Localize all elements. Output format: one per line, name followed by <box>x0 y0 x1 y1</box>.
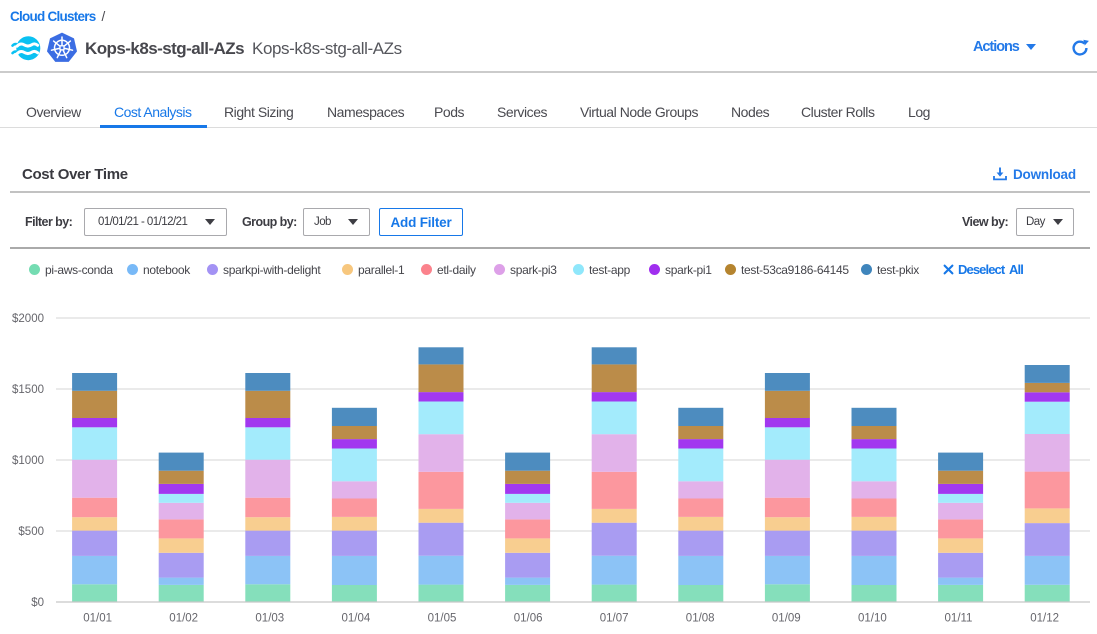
svg-text:01/09: 01/09 <box>772 613 801 625</box>
svg-text:$1000: $1000 <box>12 455 44 467</box>
svg-text:01/01: 01/01 <box>83 613 112 625</box>
svg-text:$2000: $2000 <box>12 313 44 325</box>
svg-text:01/03: 01/03 <box>255 613 284 625</box>
svg-text:$1500: $1500 <box>12 384 44 396</box>
svg-text:$500: $500 <box>18 526 44 538</box>
svg-text:01/11: 01/11 <box>945 613 973 625</box>
svg-text:01/05: 01/05 <box>428 613 457 625</box>
svg-text:01/02: 01/02 <box>169 613 198 625</box>
svg-text:01/08: 01/08 <box>686 613 715 625</box>
svg-text:01/04: 01/04 <box>342 613 371 625</box>
svg-text:$0: $0 <box>31 597 44 609</box>
svg-text:01/12: 01/12 <box>1030 613 1059 625</box>
svg-text:01/10: 01/10 <box>858 613 887 625</box>
svg-text:01/06: 01/06 <box>514 613 543 625</box>
svg-text:01/07: 01/07 <box>600 613 629 625</box>
